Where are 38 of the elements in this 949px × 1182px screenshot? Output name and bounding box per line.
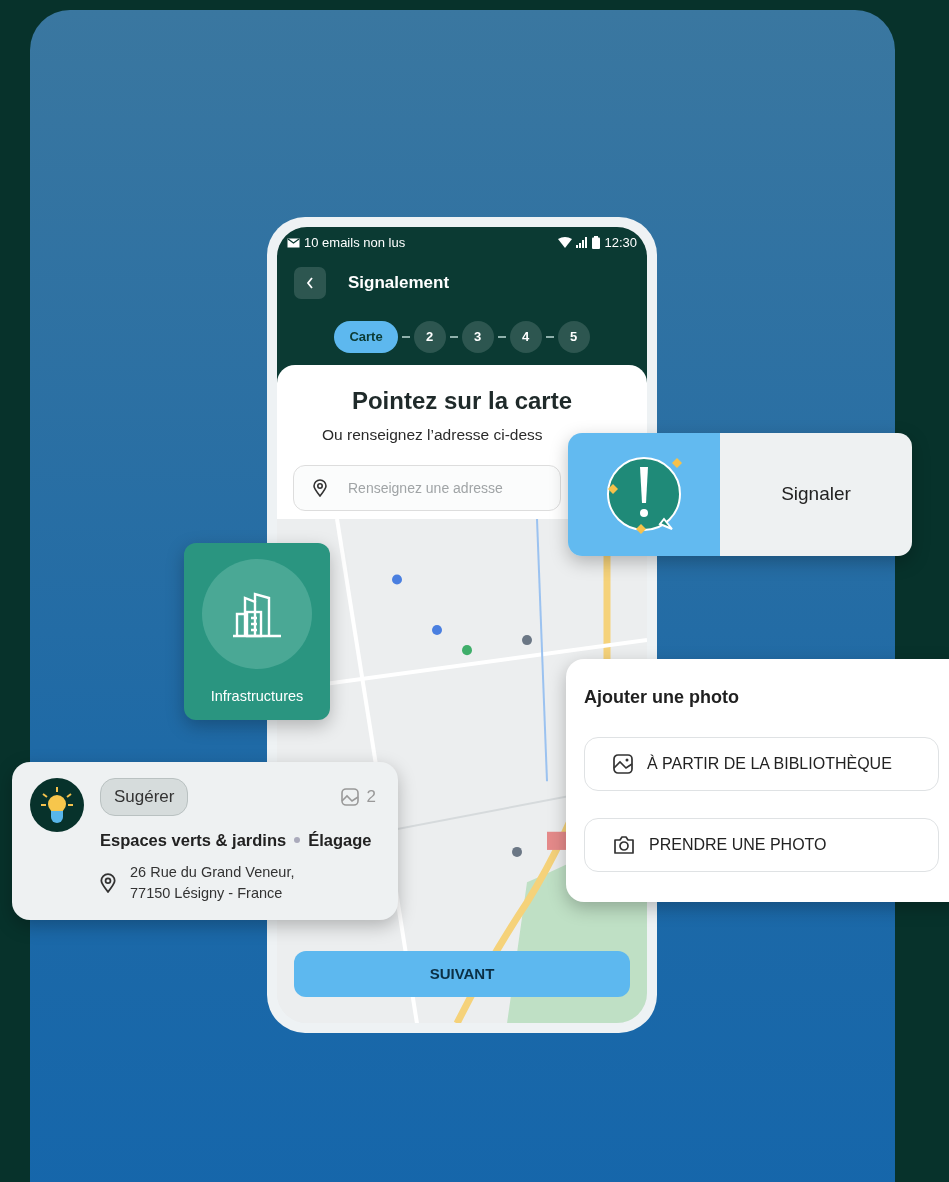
subcategory-name: Élagage bbox=[308, 829, 372, 851]
battery-icon bbox=[592, 236, 601, 250]
buildings-icon bbox=[231, 590, 283, 638]
location-pin-icon bbox=[313, 478, 327, 497]
back-button[interactable] bbox=[294, 266, 326, 299]
category-label: Infrastructures bbox=[210, 687, 304, 706]
signal-icon bbox=[576, 237, 589, 249]
lightbulb-icon bbox=[40, 786, 74, 824]
separator-dot bbox=[294, 836, 301, 843]
step-tab[interactable]: 4 bbox=[509, 320, 542, 353]
clock: 12:30 bbox=[604, 234, 637, 252]
notification-text: 10 emails non lus bbox=[304, 234, 406, 252]
mail-icon bbox=[287, 237, 300, 248]
location-pin-icon bbox=[100, 872, 116, 893]
next-button[interactable]: SUIVANT bbox=[294, 951, 630, 997]
image-icon bbox=[613, 753, 633, 774]
back-icon bbox=[306, 276, 314, 289]
sheet-subtitle: Ou renseignez l’adresse ci-dess bbox=[321, 425, 544, 446]
step-tab[interactable]: 3 bbox=[461, 320, 494, 353]
photo-card-title: Ajouter une photo bbox=[584, 687, 740, 709]
report-label: Signaler bbox=[780, 482, 852, 507]
step-tab[interactable]: 2 bbox=[413, 320, 446, 353]
wifi-icon bbox=[558, 237, 573, 249]
photo-count: 2 bbox=[366, 786, 376, 808]
take-photo-button[interactable]: PRENDRE UNE PHOTO bbox=[584, 817, 939, 872]
camera-icon bbox=[613, 835, 635, 854]
category-name: Espaces verts & jardins bbox=[100, 829, 287, 851]
category-card[interactable]: Infrastructures bbox=[184, 543, 330, 720]
library-button[interactable]: À PARTIR DE LA BIBLIOTHÈQUE bbox=[584, 736, 939, 791]
address-field[interactable]: Renseignez une adresse bbox=[293, 464, 561, 511]
image-icon bbox=[340, 787, 359, 806]
address-text: 26 Rue du Grand Veneur, 77150 Lésigny - France bbox=[130, 863, 295, 903]
status-tag: Sugérer bbox=[100, 778, 189, 816]
screen-title: Signalement bbox=[348, 271, 450, 294]
sheet-title: Pointez sur la carte bbox=[350, 386, 574, 416]
report-card[interactable]: Signaler bbox=[568, 433, 912, 556]
step-tab[interactable]: 5 bbox=[557, 320, 590, 353]
step-tab[interactable]: Carte bbox=[334, 320, 398, 353]
